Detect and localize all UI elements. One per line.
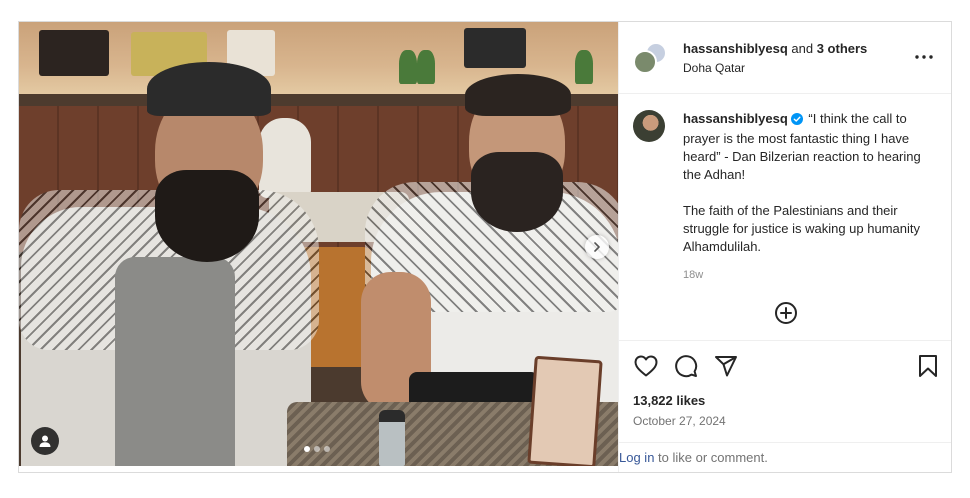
post-actions: [619, 340, 951, 392]
collab-avatars[interactable]: [633, 42, 667, 76]
plant: [575, 50, 593, 84]
author-username-link[interactable]: hassanshiblyesq: [683, 41, 788, 56]
person-left-beard: [155, 170, 259, 262]
photo-scene: [19, 22, 618, 466]
chevron-right-icon: [594, 242, 600, 252]
more-options-icon: [915, 55, 933, 59]
caption-timestamp[interactable]: 18w: [683, 266, 931, 284]
like-button[interactable]: [633, 353, 659, 379]
caption-paragraph-2: The faith of the Palestinians and their …: [683, 203, 921, 254]
caption-username-link[interactable]: hassanshiblyesq: [683, 111, 788, 126]
login-prompt: Log in to like or comment.: [619, 442, 951, 472]
more-options-button[interactable]: [909, 46, 939, 68]
user-tag-icon: [39, 435, 51, 447]
caption-paragraph-1: hassanshiblyesq “I think the call to pra…: [683, 110, 931, 184]
post-side-panel: hassanshiblyesq and 3 others Doha Qatar …: [618, 22, 951, 472]
login-prompt-text: to like or comment.: [654, 450, 768, 465]
share-icon: [715, 356, 737, 377]
instagram-post: hassanshiblyesq and 3 others Doha Qatar …: [18, 21, 952, 473]
caption-text: hassanshiblyesq “I think the call to pra…: [683, 110, 931, 284]
post-date[interactable]: October 27, 2024: [633, 414, 726, 428]
person-right-hair: [465, 74, 571, 116]
login-link[interactable]: Log in: [619, 450, 654, 465]
person-left-cap: [147, 62, 271, 116]
like-count[interactable]: 13,822 likes: [633, 393, 705, 408]
wall-sign: [464, 28, 526, 68]
add-comment-icon: [775, 302, 797, 324]
carousel-indicator: [304, 446, 330, 452]
post-photo[interactable]: [19, 22, 618, 466]
carousel-dot: [314, 446, 320, 452]
save-button[interactable]: [915, 353, 941, 379]
menu-card: [527, 355, 603, 466]
person-right-beard: [471, 152, 563, 232]
person-left-shirt: [115, 257, 235, 466]
comment-icon: [675, 355, 698, 378]
verified-badge-icon: [790, 113, 803, 125]
carousel-next-button[interactable]: [585, 235, 609, 259]
background-person: [259, 118, 311, 198]
load-more-comments-button[interactable]: [774, 301, 798, 325]
avatar: [633, 50, 657, 74]
others-link[interactable]: 3 others: [817, 41, 868, 56]
post-header: hassanshiblyesq and 3 others Doha Qatar: [619, 22, 951, 94]
salt-shaker-cap: [379, 410, 405, 422]
plant: [399, 50, 417, 84]
verified-badge: [790, 112, 803, 130]
comment-button[interactable]: [673, 353, 699, 379]
carousel-dot: [304, 446, 310, 452]
bookmark-icon: [919, 355, 937, 377]
plant: [417, 50, 435, 84]
location-link[interactable]: Doha Qatar: [683, 61, 745, 75]
share-button[interactable]: [713, 353, 739, 379]
avatar[interactable]: [633, 110, 665, 142]
post-authors: hassanshiblyesq and 3 others: [683, 41, 867, 57]
heart-icon: [634, 355, 658, 377]
user-tags-button[interactable]: [31, 427, 59, 455]
authors-joiner: and: [787, 41, 817, 56]
wall-sign: [39, 30, 109, 76]
carousel-dot: [324, 446, 330, 452]
